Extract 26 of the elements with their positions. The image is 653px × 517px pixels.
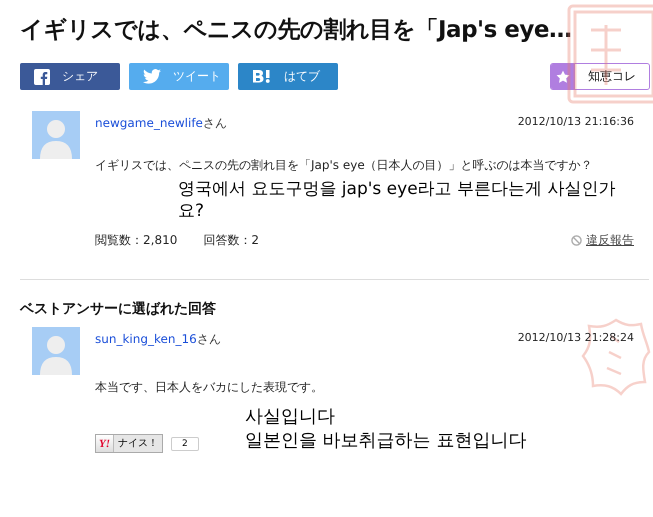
facebook-icon: [34, 68, 50, 84]
hatena-icon: [252, 68, 272, 84]
answer-text: 本当です、日本人をバカにした表現です。: [95, 379, 324, 396]
prohibited-icon: [571, 235, 582, 246]
page-title: イギリスでは、ペニスの先の割れ目を「Jap's eye…: [19, 16, 572, 45]
share-button[interactable]: はてブ: [238, 63, 338, 90]
timestamp: 2012/10/13 21:28:24: [518, 331, 634, 346]
section-heading: ベストアンサーに選ばれた回答: [20, 300, 217, 318]
star-icon: [556, 70, 570, 84]
annotation-text: 사실입니다 일본인을 바보취급하는 표현입니다: [245, 405, 528, 453]
username: sun_king_ken_16 さん: [95, 331, 221, 348]
chiebukuro-button[interactable]: 知恵コレ: [550, 63, 650, 90]
avatar-icon: [32, 327, 80, 375]
question-text: イギリスでは、ペニスの先の割れ目を「Jap's eye（日本人の目）」と呼ぶのは本当ですか？: [95, 157, 594, 174]
answer-count: 回答数：2: [203, 232, 259, 249]
stamp-icon: [581, 316, 651, 396]
avatar-icon: [32, 111, 80, 159]
timestamp: 2012/10/13 21:16:36: [518, 115, 634, 130]
username: newgame_newlifeさん: [95, 115, 227, 132]
share-button[interactable]: シェア: [20, 63, 120, 90]
nice-count: 2: [171, 436, 199, 450]
view-count: 閲覧数：2,810: [95, 232, 178, 249]
report-link[interactable]: 違反報告: [571, 232, 634, 249]
nice-button[interactable]: Y! ナイス！: [95, 434, 163, 453]
annotation-text: 영국에서 요도구멍을 jap's eye라고 부른다는게 사실인가요?: [178, 178, 616, 222]
bird-icon: [143, 69, 161, 84]
